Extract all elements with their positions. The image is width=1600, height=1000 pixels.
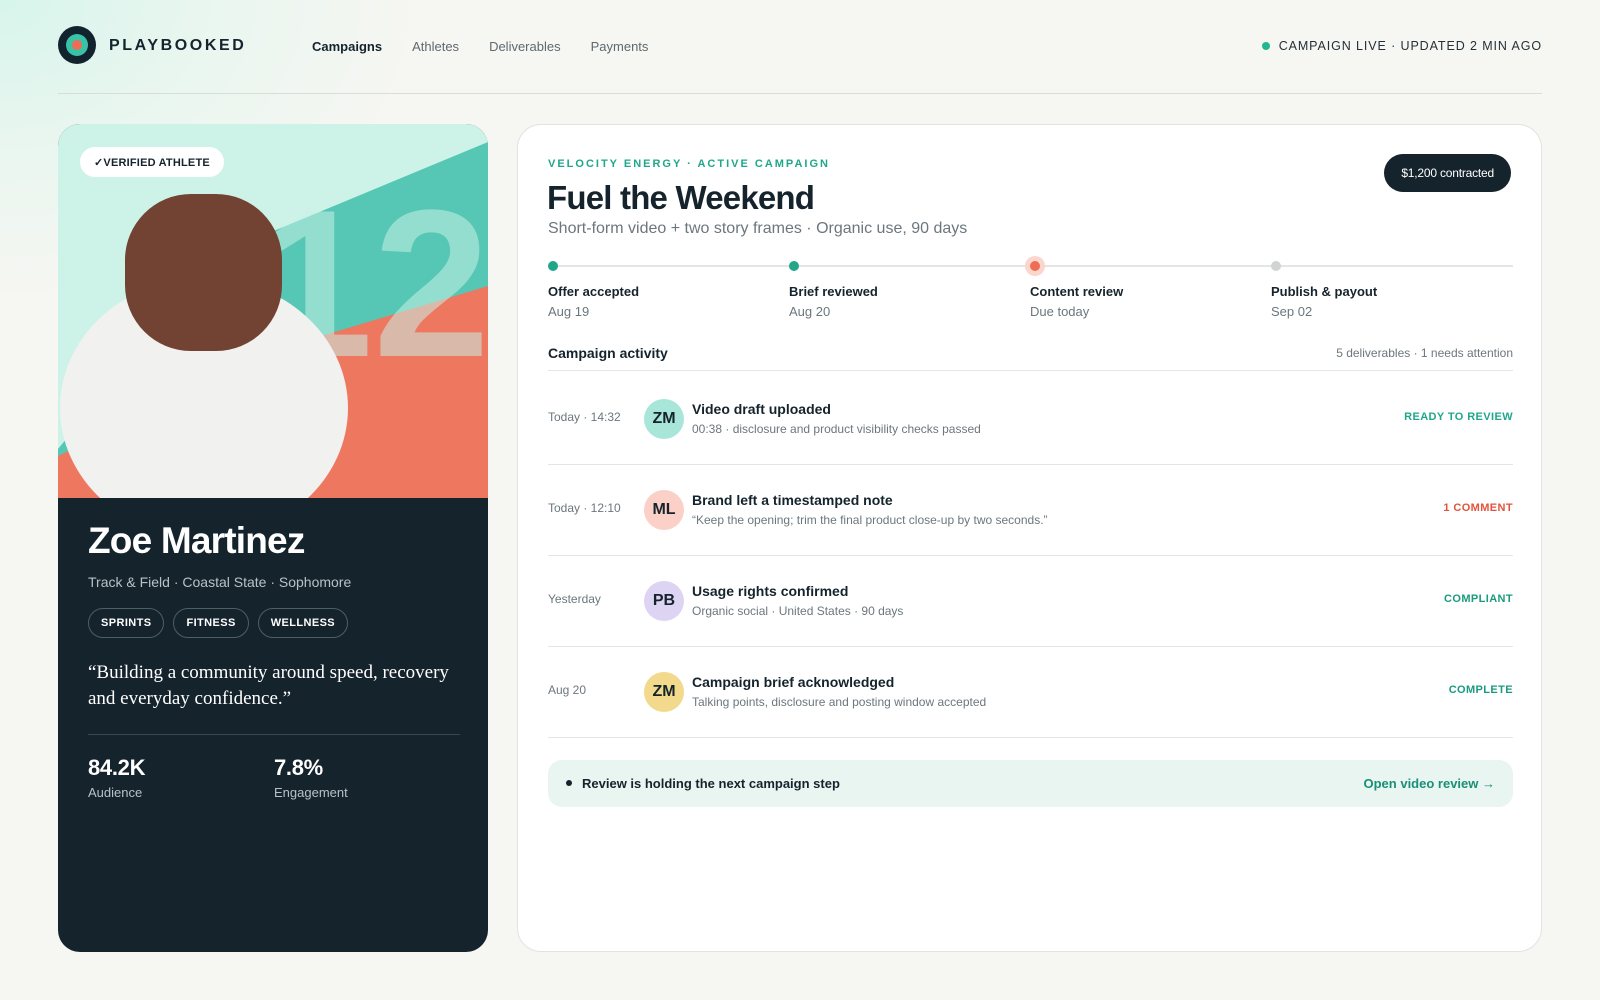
step-label: Publish & payout xyxy=(1271,284,1378,299)
avatar: ML xyxy=(644,490,684,530)
stat-label: Engagement xyxy=(274,785,348,800)
athlete-meta: Track & Field · Coastal State · Sophomor… xyxy=(88,574,352,590)
activity-time: Today · 12:10 xyxy=(548,501,621,515)
activity-time: Yesterday xyxy=(548,592,601,606)
activity-title: Usage rights confirmed xyxy=(692,583,849,599)
step-date: Sep 02 xyxy=(1271,304,1313,319)
divider xyxy=(88,734,460,735)
review-notice: Review is holding the next campaign step… xyxy=(548,760,1513,807)
athlete-card: 12 ✓VERIFIED ATHLETE Zoe Martinez Track … xyxy=(58,124,488,952)
avatar: PB xyxy=(644,581,684,621)
tag-fitness[interactable]: FITNESS xyxy=(173,608,249,638)
notice-text: Review is holding the next campaign step xyxy=(582,776,840,791)
step-done-dot-icon xyxy=(548,261,558,271)
activity-description: Organic social · United States · 90 days xyxy=(692,604,904,618)
nav-campaigns[interactable]: Campaigns xyxy=(312,39,382,54)
nav-deliverables[interactable]: Deliverables xyxy=(489,39,561,54)
athlete-quote: “Building a community around speed, reco… xyxy=(88,662,449,709)
contract-badge[interactable]: $1,200 contracted xyxy=(1384,154,1511,192)
athlete-name: Zoe Martinez xyxy=(88,520,305,561)
step-label: Content review xyxy=(1030,284,1124,299)
stat-label: Audience xyxy=(88,785,143,800)
athlete-illustration: 12 xyxy=(58,124,488,498)
athlete-photo: 12 ✓VERIFIED ATHLETE xyxy=(58,124,488,498)
activity-list: Today · 14:32 ZM Video draft uploaded 00… xyxy=(548,374,1513,738)
campaign-subtitle: Short-form video + two story frames · Or… xyxy=(548,220,968,237)
activity-description: Talking points, disclosure and posting w… xyxy=(692,695,987,709)
nav-athletes[interactable]: Athletes xyxy=(412,39,459,54)
top-bar: PLAYBOOKED Campaigns Athletes Deliverabl… xyxy=(58,26,1542,94)
step-date: Aug 19 xyxy=(548,304,590,319)
activity-header: Campaign activity 5 deliverables · 1 nee… xyxy=(548,345,1513,371)
campaign-status-text: CAMPAIGN LIVE · UPDATED 2 MIN AGO xyxy=(1278,39,1542,53)
step-label: Offer accepted xyxy=(548,284,640,299)
verified-badge: ✓VERIFIED ATHLETE xyxy=(80,147,224,177)
open-video-review-link[interactable]: Open video review → xyxy=(1364,776,1496,791)
status-badge[interactable]: COMPLETE xyxy=(1449,684,1513,696)
activity-time: Aug 20 xyxy=(548,683,587,697)
avatar: ZM xyxy=(644,672,684,712)
step-pending-dot-icon xyxy=(1271,261,1281,271)
activity-time: Today · 14:32 xyxy=(548,410,621,424)
tag-wellness[interactable]: WELLNESS xyxy=(257,608,349,638)
activity-description: “Keep the opening; trim the final produc… xyxy=(692,513,1048,527)
tag-sprints[interactable]: SPRINTS xyxy=(88,608,165,638)
activity-summary: 5 deliverables · 1 needs attention xyxy=(1336,346,1513,360)
nav-payments[interactable]: Payments xyxy=(591,39,649,54)
campaign-eyebrow: VELOCITY ENERGY · ACTIVE CAMPAIGN xyxy=(548,158,830,170)
activity-row[interactable]: Today · 12:10 ML Brand left a timestampe… xyxy=(548,465,1513,556)
main-nav: Campaigns Athletes Deliverables Payments xyxy=(312,39,648,54)
campaign-status: CAMPAIGN LIVE · UPDATED 2 MIN AGO xyxy=(1261,39,1542,53)
activity-row[interactable]: Aug 20 ZM Campaign brief acknowledged Ta… xyxy=(548,647,1513,738)
stat-value: 7.8% xyxy=(274,755,323,780)
step-current-dot-icon xyxy=(1030,261,1040,271)
status-badge[interactable]: COMPLIANT xyxy=(1444,593,1513,605)
step-date: Aug 20 xyxy=(789,304,831,319)
activity-description: 00:38 · disclosure and product visibilit… xyxy=(692,422,981,436)
activity-title: Campaign brief acknowledged xyxy=(692,674,895,690)
activity-title: Campaign activity xyxy=(548,345,668,361)
status-badge[interactable]: 1 COMMENT xyxy=(1443,502,1513,514)
live-dot-icon xyxy=(1261,42,1270,50)
activity-row[interactable]: Yesterday PB Usage rights confirmed Orga… xyxy=(548,556,1513,647)
activity-title: Video draft uploaded xyxy=(692,401,831,417)
activity-row[interactable]: Today · 14:32 ZM Video draft uploaded 00… xyxy=(548,374,1513,465)
campaign-timeline: Offer accepted Aug 19 Brief reviewed Aug… xyxy=(548,258,1513,319)
stat-engagement: 7.8% Engagement xyxy=(274,755,460,800)
step-done-dot-icon xyxy=(789,261,799,271)
bullet-icon xyxy=(566,780,572,786)
logo-icon[interactable] xyxy=(58,26,96,64)
status-badge[interactable]: READY TO REVIEW xyxy=(1404,411,1513,423)
step-date: Due today xyxy=(1030,304,1090,319)
campaign-panel: VELOCITY ENERGY · ACTIVE CAMPAIGN $1,200… xyxy=(517,124,1542,952)
athlete-stats: 84.2K Audience 7.8% Engagement xyxy=(88,755,460,800)
stat-value: 84.2K xyxy=(88,755,146,780)
athlete-tags: SPRINTS FITNESS WELLNESS xyxy=(88,608,460,638)
avatar: ZM xyxy=(644,399,684,439)
campaign-title: Fuel the Weekend xyxy=(547,179,815,216)
brand-name[interactable]: PLAYBOOKED xyxy=(109,37,246,55)
step-label: Brief reviewed xyxy=(789,284,878,299)
athlete-info: Zoe Martinez Track & Field · Coastal Sta… xyxy=(88,520,460,800)
stat-audience: 84.2K Audience xyxy=(88,755,274,800)
activity-title: Brand left a timestamped note xyxy=(692,492,893,508)
